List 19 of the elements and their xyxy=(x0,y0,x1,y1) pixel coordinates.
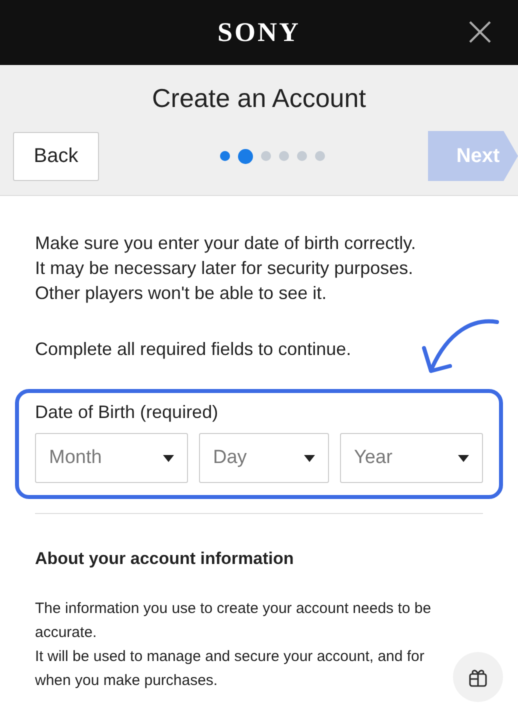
dropdown-icon xyxy=(304,454,315,462)
field-label: Date of Birth (required) xyxy=(35,401,220,424)
notice-text: Complete all required fields to continue. xyxy=(35,338,352,361)
page-title: Create an Account xyxy=(152,82,366,115)
back-button[interactable]: Back xyxy=(13,132,99,180)
info-paragraph: The information you use to create your account needs to be accurate. xyxy=(35,599,432,643)
dropdown-icon xyxy=(163,454,174,462)
intro-text: Make sure you enter your date of birth correctly. xyxy=(35,232,417,255)
date-select[interactable]: Month xyxy=(35,433,188,483)
intro-text: Other players won't be able to see it. xyxy=(35,282,328,305)
info-paragraph: It will be used to manage and secure your account, and for when you make purchases. xyxy=(35,647,426,691)
logo: SONY xyxy=(217,16,300,50)
section-heading: About your account information xyxy=(35,548,295,570)
dropdown-icon xyxy=(458,454,469,462)
intro-text: It may be necessary later for security purposes. xyxy=(35,257,414,280)
date-select[interactable]: Day xyxy=(199,433,329,483)
date-select[interactable]: Year xyxy=(340,433,483,483)
close-icon[interactable] xyxy=(468,20,492,44)
gift-button[interactable] xyxy=(453,652,503,702)
